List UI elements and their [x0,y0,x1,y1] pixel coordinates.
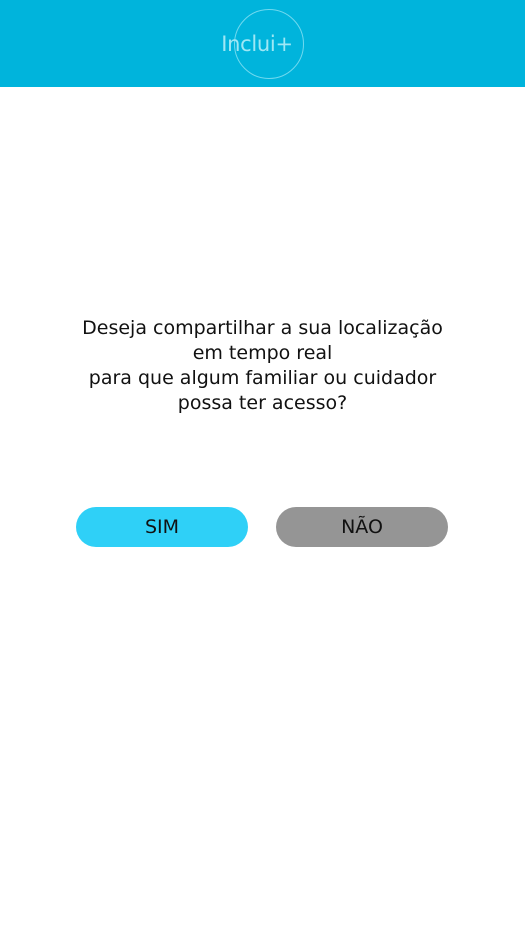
no-button[interactable]: NÃO [276,507,448,547]
yes-button[interactable]: SIM [76,507,248,547]
app-header: Inclui+ [0,0,525,87]
location-share-question: Deseja compartilhar a sua localização em… [40,316,485,416]
question-line: possa ter acesso? [177,392,348,414]
question-line: em tempo real [192,342,333,364]
question-line: para que algum familiar ou cuidador [88,367,437,389]
app-logo: Inclui+ [221,32,293,56]
question-line: Deseja compartilhar a sua localização [82,317,443,339]
